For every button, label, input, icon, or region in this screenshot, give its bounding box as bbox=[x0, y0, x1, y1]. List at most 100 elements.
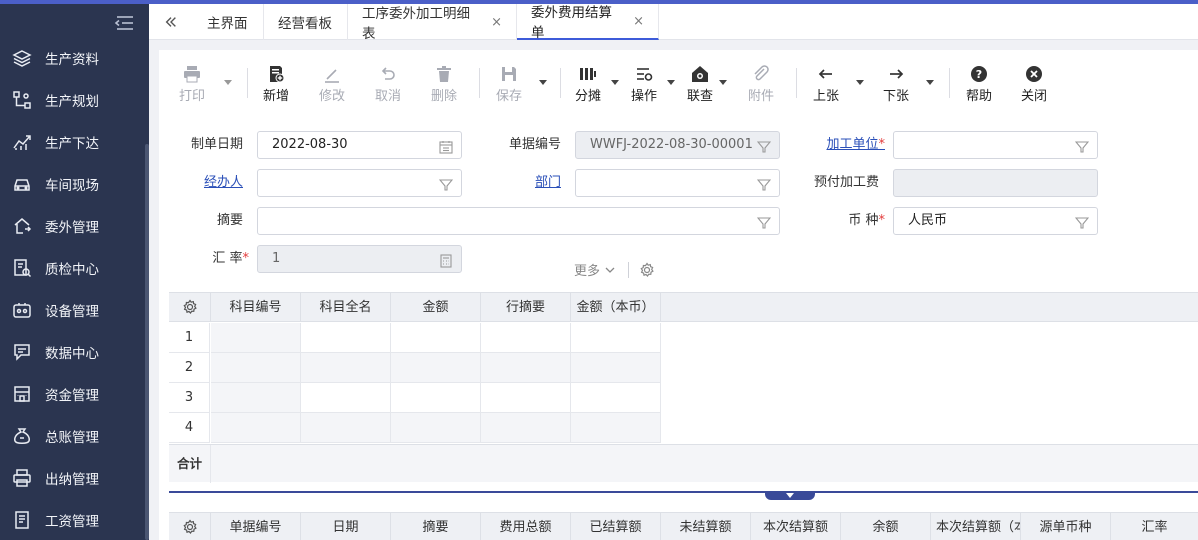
attach-button[interactable]: 附件 bbox=[748, 64, 774, 104]
sidebar-item-quality[interactable]: 质检中心 bbox=[0, 248, 145, 288]
next-button[interactable]: 下张 bbox=[883, 64, 909, 104]
column-header[interactable]: 已结算额 bbox=[571, 513, 661, 540]
column-header[interactable]: 行摘要 bbox=[481, 293, 571, 322]
tab-home[interactable]: 主界面 bbox=[193, 4, 264, 40]
splitter-toggle-handle[interactable] bbox=[765, 492, 815, 500]
column-header[interactable]: 本次结算额（本 bbox=[931, 513, 1021, 540]
sidebar-item-cashier[interactable]: 出纳管理 bbox=[0, 458, 145, 498]
sidebar-item-production-release[interactable]: 生产下达 bbox=[0, 122, 145, 162]
grid-cell[interactable] bbox=[301, 353, 391, 383]
allocate-button[interactable]: 分摊 bbox=[575, 64, 601, 104]
summary-input[interactable] bbox=[257, 207, 780, 235]
add-button[interactable]: 新增 bbox=[263, 64, 289, 104]
grid-cell[interactable] bbox=[301, 323, 391, 353]
unit-input[interactable] bbox=[893, 131, 1098, 159]
allocate-dropdown-caret[interactable] bbox=[611, 80, 619, 85]
save-dropdown-caret[interactable] bbox=[539, 80, 547, 85]
sidebar-item-production-planning[interactable]: 生产规划 bbox=[0, 80, 145, 120]
grid-cell[interactable] bbox=[481, 413, 571, 443]
column-header[interactable]: 汇率 bbox=[1111, 513, 1198, 540]
column-header[interactable]: 未结算额 bbox=[661, 513, 751, 540]
query-button[interactable]: 联查 bbox=[687, 64, 713, 104]
grid-cell[interactable] bbox=[211, 353, 301, 383]
close-button[interactable]: 关闭 bbox=[1021, 64, 1047, 104]
column-header[interactable]: 本次结算额 bbox=[751, 513, 841, 540]
print-button[interactable]: 打印 bbox=[179, 64, 205, 104]
grid-cell[interactable] bbox=[571, 353, 661, 383]
column-header[interactable]: 科目编号 bbox=[211, 293, 301, 322]
filter-icon[interactable] bbox=[1074, 214, 1090, 229]
help-button[interactable]: ? 帮助 bbox=[966, 64, 992, 104]
close-icon[interactable]: × bbox=[491, 15, 502, 30]
delete-button[interactable]: 删除 bbox=[431, 64, 457, 104]
grid-cell[interactable] bbox=[211, 413, 301, 443]
grid-cell[interactable] bbox=[481, 353, 571, 383]
gear-icon[interactable] bbox=[639, 261, 655, 278]
grid-cell[interactable] bbox=[301, 383, 391, 413]
query-dropdown-caret[interactable] bbox=[719, 80, 727, 85]
grid-cell[interactable] bbox=[571, 413, 661, 443]
grid-splitter[interactable] bbox=[169, 491, 1198, 493]
grid-settings-icon[interactable] bbox=[169, 293, 211, 322]
tab-outsourcing-settlement[interactable]: 委外费用结算单 × bbox=[517, 4, 659, 41]
column-header[interactable]: 源单币种 bbox=[1021, 513, 1111, 540]
grid-cell[interactable] bbox=[481, 323, 571, 353]
grid-cell[interactable] bbox=[301, 413, 391, 443]
unit-label[interactable]: 加工单位* bbox=[809, 131, 885, 159]
filter-icon[interactable] bbox=[1074, 138, 1090, 153]
column-header[interactable]: 科目全名 bbox=[301, 293, 391, 322]
date-input[interactable]: 2022-08-30 bbox=[257, 131, 462, 159]
save-button[interactable]: 保存 bbox=[496, 64, 522, 104]
sidebar-item-equipment[interactable]: 设备管理 bbox=[0, 290, 145, 330]
menu-collapse-icon[interactable] bbox=[113, 14, 135, 32]
currency-input[interactable]: 人民币 bbox=[893, 207, 1098, 235]
cancel-button[interactable]: 取消 bbox=[375, 64, 401, 104]
next-dropdown-caret[interactable] bbox=[926, 80, 934, 85]
operate-button[interactable]: 操作 bbox=[631, 64, 657, 104]
sidebar-item-outsourcing[interactable]: 委外管理 bbox=[0, 206, 145, 246]
more-options[interactable]: 更多 bbox=[574, 260, 655, 279]
column-header[interactable]: 余额 bbox=[841, 513, 931, 540]
tab-outsourcing-detail[interactable]: 工序委外加工明细表 × bbox=[348, 4, 517, 42]
handler-label[interactable]: 经办人 bbox=[179, 169, 243, 197]
grid-cell[interactable] bbox=[391, 413, 481, 443]
operate-dropdown-caret[interactable] bbox=[667, 80, 675, 85]
grid-cell[interactable] bbox=[391, 353, 481, 383]
double-chevron-left-icon[interactable] bbox=[149, 4, 193, 40]
print-dropdown-caret[interactable] bbox=[224, 80, 232, 85]
close-icon[interactable]: × bbox=[633, 14, 644, 29]
filter-icon[interactable] bbox=[756, 176, 772, 191]
column-header[interactable]: 金额 bbox=[391, 293, 481, 322]
column-header[interactable]: 日期 bbox=[301, 513, 391, 540]
grid-cell[interactable] bbox=[211, 383, 301, 413]
calendar-icon[interactable] bbox=[439, 138, 453, 154]
sidebar-item-funds[interactable]: 资金管理 bbox=[0, 374, 145, 414]
grid-settings-icon[interactable] bbox=[169, 513, 211, 540]
filter-icon[interactable] bbox=[438, 176, 454, 191]
docno-input[interactable]: WWFJ-2022-08-30-00001 bbox=[575, 131, 780, 159]
edit-button[interactable]: 修改 bbox=[319, 64, 345, 104]
sidebar-item-workshop[interactable]: 车间现场 bbox=[0, 164, 145, 204]
grid-cell[interactable] bbox=[571, 323, 661, 353]
filter-icon[interactable] bbox=[756, 214, 772, 229]
sidebar-item-production-data[interactable]: 生产资料 bbox=[0, 38, 145, 78]
handler-input[interactable] bbox=[257, 169, 462, 197]
sidebar-item-payroll[interactable]: 工资管理 bbox=[0, 500, 145, 540]
column-header[interactable]: 金额（本币） bbox=[571, 293, 661, 322]
sidebar-item-ledger[interactable]: 总账管理 bbox=[0, 416, 145, 456]
prev-dropdown-caret[interactable] bbox=[856, 80, 864, 85]
grid-cell[interactable] bbox=[481, 383, 571, 413]
grid-cell[interactable] bbox=[211, 323, 301, 353]
column-header[interactable]: 摘要 bbox=[391, 513, 481, 540]
column-header[interactable]: 单据编号 bbox=[211, 513, 301, 540]
column-header[interactable]: 费用总额 bbox=[481, 513, 571, 540]
sidebar-item-data-center[interactable]: 数据中心 bbox=[0, 332, 145, 372]
calculator-icon[interactable] bbox=[439, 252, 453, 268]
rate-input[interactable]: 1 bbox=[257, 245, 462, 273]
grid-cell[interactable] bbox=[571, 383, 661, 413]
tab-dashboard[interactable]: 经营看板 bbox=[264, 4, 348, 40]
grid-cell[interactable] bbox=[391, 323, 481, 353]
prev-button[interactable]: 上张 bbox=[813, 64, 839, 104]
grid-cell[interactable] bbox=[391, 383, 481, 413]
dept-label[interactable]: 部门 bbox=[489, 169, 561, 197]
